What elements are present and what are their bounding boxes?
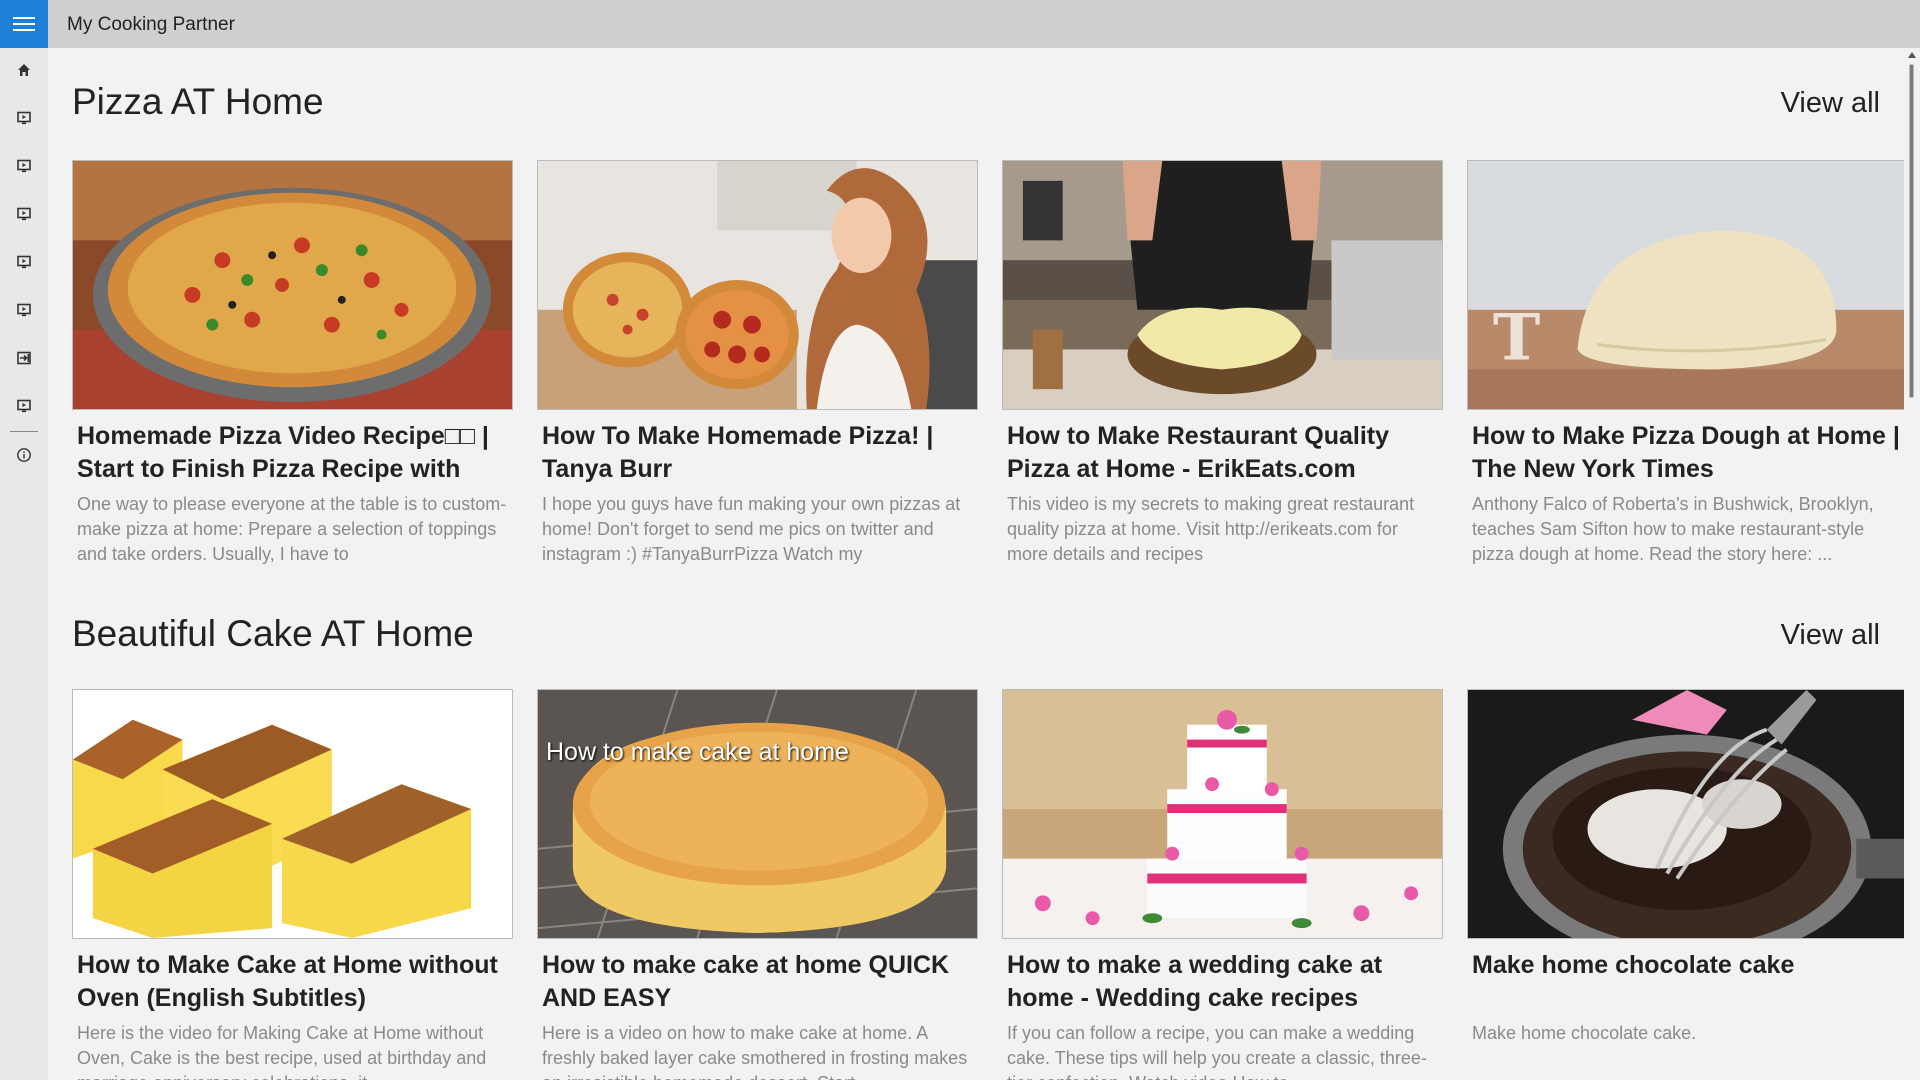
screen-icon: [17, 399, 31, 413]
video-description: Make home chocolate cake.: [1472, 1023, 1697, 1043]
scroll-up-arrow-icon[interactable]: [1908, 52, 1916, 58]
video-title[interactable]: How to make a wedding cake at home - Wed…: [1007, 949, 1438, 1015]
video-title[interactable]: How to Make Cake at Home without Oven (E…: [77, 949, 508, 1015]
video-thumbnail[interactable]: [72, 689, 513, 939]
dough-thumbnail-image: T: [1468, 161, 1904, 409]
sidebar-item-4[interactable]: [0, 242, 48, 282]
video-title[interactable]: How To Make Homemade Pizza! | Tanya Burr: [542, 420, 973, 486]
screen-icon: [17, 207, 31, 221]
pizza-thumbnail-image: [73, 161, 512, 409]
video-title[interactable]: How to make cake at home QUICK AND EASY: [542, 949, 973, 1015]
scrollbar-thumb[interactable]: [1909, 64, 1914, 398]
video-card[interactable]: How to Make Restaurant Quality Pizza at …: [1002, 160, 1443, 567]
video-thumbnail[interactable]: [537, 160, 978, 410]
video-card[interactable]: T How to Make Pizza Dough at Home | The …: [1467, 160, 1904, 567]
main-content: Pizza AT Home View all Homemade Pizza Vi…: [48, 48, 1904, 1080]
video-description: Here is the video for Making Cake at Hom…: [77, 1023, 487, 1080]
chocolate-cake-thumbnail-image: [1468, 690, 1904, 938]
video-title[interactable]: Make home chocolate cake: [1472, 949, 1903, 1015]
video-description: I hope you guys have fun making your own…: [542, 494, 961, 564]
hamburger-menu-button[interactable]: [0, 0, 48, 48]
video-title[interactable]: How to Make Restaurant Quality Pizza at …: [1007, 420, 1438, 486]
hamburger-icon: [13, 13, 35, 35]
sidebar-item-3[interactable]: [0, 194, 48, 234]
video-title[interactable]: How to Make Pizza Dough at Home | The Ne…: [1472, 420, 1903, 486]
sponge-cake-thumbnail-image: [538, 690, 977, 938]
sidebar: [0, 48, 48, 1080]
screen-icon: [17, 111, 31, 125]
video-card[interactable]: How to make cake at home How to make cak…: [537, 689, 978, 1080]
video-description: If you can follow a recipe, you can make…: [1007, 1023, 1427, 1080]
erikeats-thumbnail-image: [1003, 161, 1442, 409]
video-title[interactable]: Homemade Pizza Video Recipe□□ | Start to…: [77, 420, 508, 486]
tanya-pizza-thumbnail-image: [538, 161, 977, 409]
section-title-pizza: Pizza AT Home: [72, 81, 324, 122]
view-all-cake-link[interactable]: View all: [1781, 619, 1880, 652]
video-thumbnail[interactable]: How to make cake at home: [537, 689, 978, 939]
info-icon: [17, 448, 31, 462]
sidebar-item-info[interactable]: [0, 435, 48, 475]
watermark-logo: T: [1493, 300, 1540, 375]
video-card[interactable]: How to make a wedding cake at home - Wed…: [1002, 689, 1443, 1080]
section-title-cake: Beautiful Cake AT Home: [72, 613, 474, 654]
thumbnail-caption: How to make cake at home: [546, 738, 849, 766]
home-icon: [18, 64, 30, 76]
video-description: Anthony Falco of Roberta's in Bushwick, …: [1472, 494, 1874, 564]
wedding-cake-thumbnail-image: [1003, 690, 1442, 938]
sidebar-item-1[interactable]: [0, 98, 48, 138]
castella-cake-thumbnail-image: [73, 690, 512, 938]
video-card[interactable]: Homemade Pizza Video Recipe□□ | Start to…: [72, 160, 513, 567]
view-all-pizza-link[interactable]: View all: [1781, 87, 1880, 120]
sidebar-item-2[interactable]: [0, 146, 48, 186]
video-description: This video is my secrets to making great…: [1007, 494, 1415, 564]
video-thumbnail[interactable]: T: [1467, 160, 1904, 410]
arrow-to-bar-icon: [17, 351, 31, 365]
title-bar: My Cooking Partner: [0, 0, 1920, 48]
video-card[interactable]: How To Make Homemade Pizza! | Tanya Burr…: [537, 160, 978, 567]
sidebar-divider: [10, 431, 38, 432]
screen-icon: [17, 303, 31, 317]
video-description: One way to please everyone at the table …: [77, 494, 507, 564]
video-thumbnail[interactable]: [72, 160, 513, 410]
video-thumbnail[interactable]: [1002, 160, 1443, 410]
sidebar-item-home[interactable]: [0, 50, 48, 90]
video-thumbnail[interactable]: [1467, 689, 1904, 939]
screen-icon: [17, 255, 31, 269]
app-title: My Cooking Partner: [67, 14, 235, 35]
sidebar-item-6[interactable]: [0, 338, 48, 378]
video-card[interactable]: Make home chocolate cake Make home choco…: [1467, 689, 1904, 1080]
vertical-scrollbar[interactable]: [1904, 48, 1920, 1080]
video-description: Here is a video on how to make cake at h…: [542, 1023, 968, 1080]
screen-icon: [17, 159, 31, 173]
sidebar-item-5[interactable]: [0, 290, 48, 330]
sidebar-item-7[interactable]: [0, 386, 48, 426]
video-thumbnail[interactable]: [1002, 689, 1443, 939]
video-card[interactable]: How to Make Cake at Home without Oven (E…: [72, 689, 513, 1080]
